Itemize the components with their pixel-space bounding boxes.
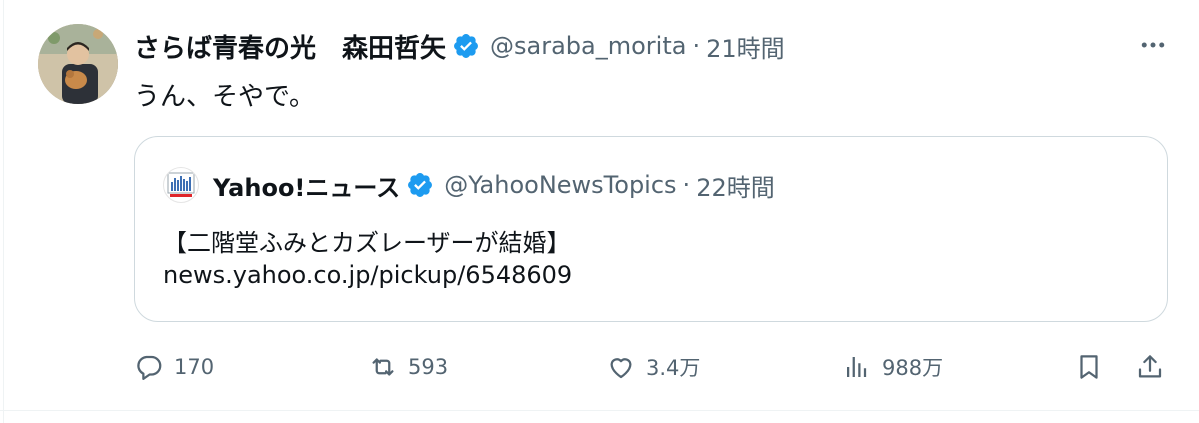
quoted-tweet-header: Yahoo!ニュース @YahooNewsTopics · 22時間 — [163, 167, 775, 203]
more-dots-icon — [1141, 42, 1165, 48]
avatar-photo — [38, 24, 118, 104]
quoted-author-display-name[interactable]: Yahoo!ニュース — [213, 168, 400, 203]
quoted-link[interactable]: news.yahoo.co.jp/pickup/6548609 — [163, 261, 572, 289]
share-upload-icon — [1138, 355, 1162, 378]
quoted-separator-dot: · — [682, 171, 691, 199]
views-button[interactable]: 988万 — [842, 345, 943, 389]
quoted-author-avatar — [163, 167, 199, 203]
author-avatar[interactable] — [38, 24, 118, 104]
separator-dot: · — [692, 32, 701, 60]
bookmark-icon — [1080, 355, 1098, 379]
views-count: 988万 — [882, 356, 944, 380]
yahoo-news-logo-icon — [167, 172, 195, 197]
retweet-count: 593 — [408, 355, 449, 379]
reply-button[interactable]: 170 — [134, 345, 214, 389]
quoted-headline: 【二階堂ふみとカズレーザーが結婚】 — [163, 229, 571, 257]
author-display-name[interactable]: さらば青春の光 森田哲矢 — [134, 28, 446, 65]
retweet-icon — [372, 358, 394, 376]
more-options-button[interactable] — [1138, 30, 1168, 60]
quoted-timestamp[interactable]: 22時間 — [696, 168, 775, 203]
reply-icon — [137, 355, 162, 380]
tweet-card[interactable]: さらば青春の光 森田哲矢 @saraba_morita · 21時間 うん、そや… — [0, 0, 1199, 423]
divider-left — [3, 0, 4, 423]
like-button[interactable]: 3.4万 — [606, 345, 700, 389]
action-bar: 170 593 3.4万 988万 — [134, 345, 1174, 389]
quoted-author-handle[interactable]: @YahooNewsTopics — [444, 171, 676, 199]
author-handle[interactable]: @saraba_morita — [490, 32, 686, 60]
tweet-timestamp[interactable]: 21時間 — [706, 29, 785, 64]
bookmark-button[interactable] — [1074, 345, 1104, 389]
verified-badge-icon[interactable] — [452, 32, 480, 60]
share-button[interactable] — [1135, 345, 1165, 389]
analytics-bars-icon — [847, 357, 867, 377]
tweet-text: うん、そやで。 — [134, 82, 315, 112]
divider-bottom — [0, 410, 1199, 411]
quoted-verified-badge-icon — [406, 171, 434, 199]
tweet-header: さらば青春の光 森田哲矢 @saraba_morita · 21時間 — [134, 26, 785, 66]
heart-icon — [610, 358, 632, 379]
reply-count: 170 — [174, 355, 215, 379]
quoted-tweet[interactable]: Yahoo!ニュース @YahooNewsTopics · 22時間 【二階堂ふ… — [134, 136, 1168, 322]
retweet-button[interactable]: 593 — [368, 345, 448, 389]
like-count: 3.4万 — [646, 356, 701, 380]
